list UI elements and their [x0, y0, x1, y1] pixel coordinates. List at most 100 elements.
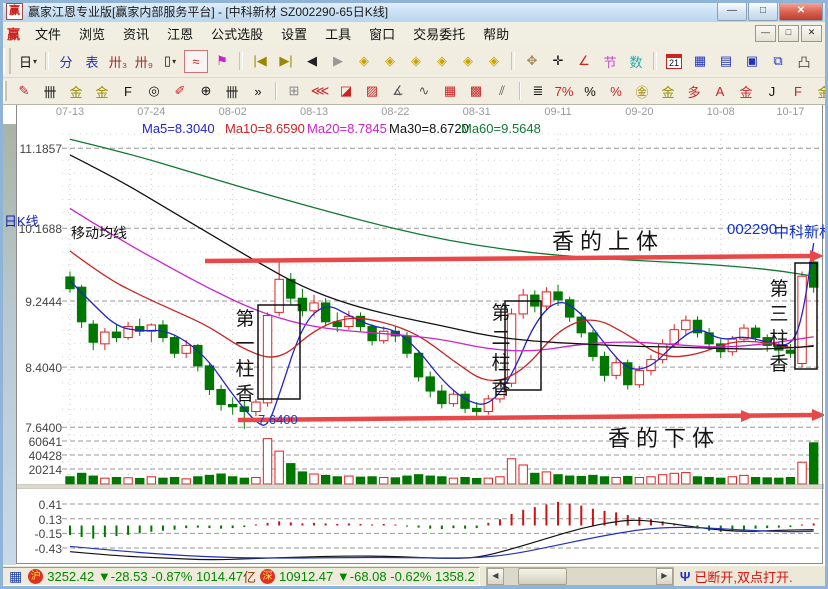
- j-angle-icon[interactable]: J: [760, 80, 784, 103]
- brush-icon[interactable]: ✎: [12, 80, 36, 103]
- hand-tool-icon[interactable]: ✥: [520, 50, 544, 73]
- menu-item-江恩[interactable]: 江恩: [158, 22, 202, 45]
- gold-angle2-icon[interactable]: 金: [812, 80, 828, 103]
- horizontal-scrollbar[interactable]: ◀ ▶: [486, 567, 674, 586]
- hash-icon[interactable]: 卌: [220, 80, 244, 103]
- gann-fan-icon[interactable]: ⋘: [308, 80, 332, 103]
- shenzhen-index-icon[interactable]: 深: [260, 569, 275, 584]
- mdi-close-button[interactable]: ✕: [801, 25, 822, 42]
- prev-page-icon[interactable]: ◀: [300, 50, 324, 73]
- menu-item-浏览[interactable]: 浏览: [70, 22, 114, 45]
- mdi-restore-button[interactable]: □: [778, 25, 799, 42]
- angle-lines-icon[interactable]: ∡: [386, 80, 410, 103]
- grid-tool-icon[interactable]: 卌: [38, 80, 62, 103]
- f-angle-icon[interactable]: F: [786, 80, 810, 103]
- connection-antenna-icon[interactable]: Ψ: [680, 569, 691, 584]
- chart-area[interactable]: 日K线 07-1307-2408-0208-1308-2208-3109-110…: [0, 104, 828, 565]
- chip-chart-icon[interactable]: ⚑: [210, 50, 234, 73]
- title-bar[interactable]: 赢 赢家江恩专业版[赢家内部服务平台] - [中科新材 SZ002290-65日…: [0, 0, 828, 23]
- box-tool-icon[interactable]: ⊞: [282, 80, 306, 103]
- minute-chart-icon[interactable]: 分: [54, 50, 78, 73]
- maximize-button[interactable]: □: [748, 2, 778, 21]
- gold-grid2-icon[interactable]: 金: [90, 80, 114, 103]
- menu-item-工具[interactable]: 工具: [316, 22, 360, 45]
- f-grid-icon[interactable]: F: [116, 80, 140, 103]
- kline-chart-canvas[interactable]: [16, 104, 824, 563]
- save-icon[interactable]: ▣: [740, 50, 764, 73]
- ma-legend-title: 移动均线: [71, 223, 127, 243]
- diamond-right-icon[interactable]: ◈: [378, 50, 402, 73]
- diamond-expand-icon[interactable]: ◈: [482, 50, 506, 73]
- zigzag-icon[interactable]: ∿: [412, 80, 436, 103]
- scroll-right-arrow[interactable]: ▶: [656, 568, 673, 585]
- export-icon[interactable]: ⧉: [766, 50, 790, 73]
- price-tick-label: 9.2444: [4, 295, 62, 309]
- menu-item-帮助[interactable]: 帮助: [474, 22, 518, 45]
- next-page-icon[interactable]: ▶: [326, 50, 350, 73]
- menu-item-资讯[interactable]: 资讯: [114, 22, 158, 45]
- more-tools-button[interactable]: »: [246, 80, 270, 103]
- menu-item-窗口[interactable]: 窗口: [360, 22, 404, 45]
- annotation-lower-body: 香的下体: [608, 421, 720, 453]
- menu-item-交易委托[interactable]: 交易委托: [404, 22, 474, 45]
- spiral-icon[interactable]: ◎: [142, 80, 166, 103]
- price-tick-label: 8.4040: [4, 361, 62, 375]
- volume-tick-label: 20214: [4, 463, 62, 477]
- price-ladder-icon[interactable]: ≣: [526, 80, 550, 103]
- first-screen-icon[interactable]: |◀: [248, 50, 272, 73]
- menu-item-设置[interactable]: 设置: [272, 22, 316, 45]
- circle-grid-icon[interactable]: ⊕: [194, 80, 218, 103]
- index-panel: ▦ 沪 3252.42 ▼ -28.53 -0.87% 1014.47 亿 深 …: [2, 567, 480, 586]
- a-wave-icon[interactable]: A: [708, 80, 732, 103]
- percent-icon[interactable]: %: [578, 80, 602, 103]
- print-icon[interactable]: 凸: [792, 50, 816, 73]
- diamond-left-icon[interactable]: ◈: [352, 50, 376, 73]
- diamond-updown-icon[interactable]: ◈: [404, 50, 428, 73]
- gann-box-icon[interactable]: ◪: [334, 80, 358, 103]
- gold-angle-icon[interactable]: 金: [734, 80, 758, 103]
- bar3-chart-icon[interactable]: 卅₃: [106, 50, 130, 73]
- kline-period-button[interactable]: 日▾: [16, 50, 40, 73]
- diamond-shrink-icon[interactable]: ◈: [456, 50, 480, 73]
- gann-node-icon[interactable]: 节: [598, 50, 622, 73]
- gann-square-icon[interactable]: ▨: [360, 80, 384, 103]
- wave-tool-icon[interactable]: ≈: [184, 50, 208, 73]
- red-grid2-icon[interactable]: ▩: [464, 80, 488, 103]
- minimize-button[interactable]: —: [717, 2, 747, 21]
- calendar-icon[interactable]: 21: [662, 50, 686, 73]
- red-grid-icon[interactable]: ▦: [438, 80, 462, 103]
- close-button[interactable]: ✕: [779, 2, 823, 21]
- gold-grid-icon[interactable]: 金: [64, 80, 88, 103]
- angle-line-icon[interactable]: ∠: [572, 50, 596, 73]
- scrollbar-thumb[interactable]: [518, 568, 567, 585]
- wave-count-icon[interactable]: 数: [624, 50, 648, 73]
- calculator-icon[interactable]: ▦: [688, 50, 712, 73]
- brush2-icon[interactable]: ✐: [168, 80, 192, 103]
- scroll-left-arrow[interactable]: ◀: [487, 568, 504, 585]
- memo-icon[interactable]: ▤: [714, 50, 738, 73]
- quote-list-icon[interactable]: 表: [80, 50, 104, 73]
- percent-line-icon[interactable]: %: [604, 80, 628, 103]
- toolbar-separator: [511, 52, 515, 70]
- last-screen-icon[interactable]: ▶|: [274, 50, 298, 73]
- gold-circle-icon[interactable]: ㊎: [630, 80, 654, 103]
- diamond-allway-icon[interactable]: ◈: [430, 50, 454, 73]
- menu-item-文件[interactable]: 文件: [26, 22, 70, 45]
- toolbar-grip[interactable]: [3, 48, 11, 74]
- shanghai-index-change: -28.53 -0.87% 1014.47: [111, 569, 243, 584]
- toolbar-grip[interactable]: [3, 81, 7, 102]
- candle-style-button[interactable]: ▯▾: [158, 50, 182, 73]
- market-grid-icon[interactable]: ▦: [9, 568, 22, 585]
- gold-lines-icon[interactable]: 金: [656, 80, 680, 103]
- seven-percent-icon[interactable]: 7%: [552, 80, 576, 103]
- bar9-chart-icon[interactable]: 卅₉: [132, 50, 156, 73]
- menu-item-公式选股[interactable]: 公式选股: [202, 22, 272, 45]
- crosshair-icon[interactable]: ✛: [546, 50, 570, 73]
- multi-brush-icon[interactable]: 多: [682, 80, 706, 103]
- ma-legend-item: Ma60=9.5648: [461, 121, 541, 136]
- mdi-minimize-button[interactable]: —: [755, 25, 776, 42]
- shanghai-index-icon[interactable]: 沪: [28, 569, 43, 584]
- parallel-lines-icon[interactable]: ⫽: [490, 80, 514, 103]
- connection-status[interactable]: 已断开,双点打开.: [694, 567, 792, 586]
- date-tick-label: 08-13: [300, 106, 328, 118]
